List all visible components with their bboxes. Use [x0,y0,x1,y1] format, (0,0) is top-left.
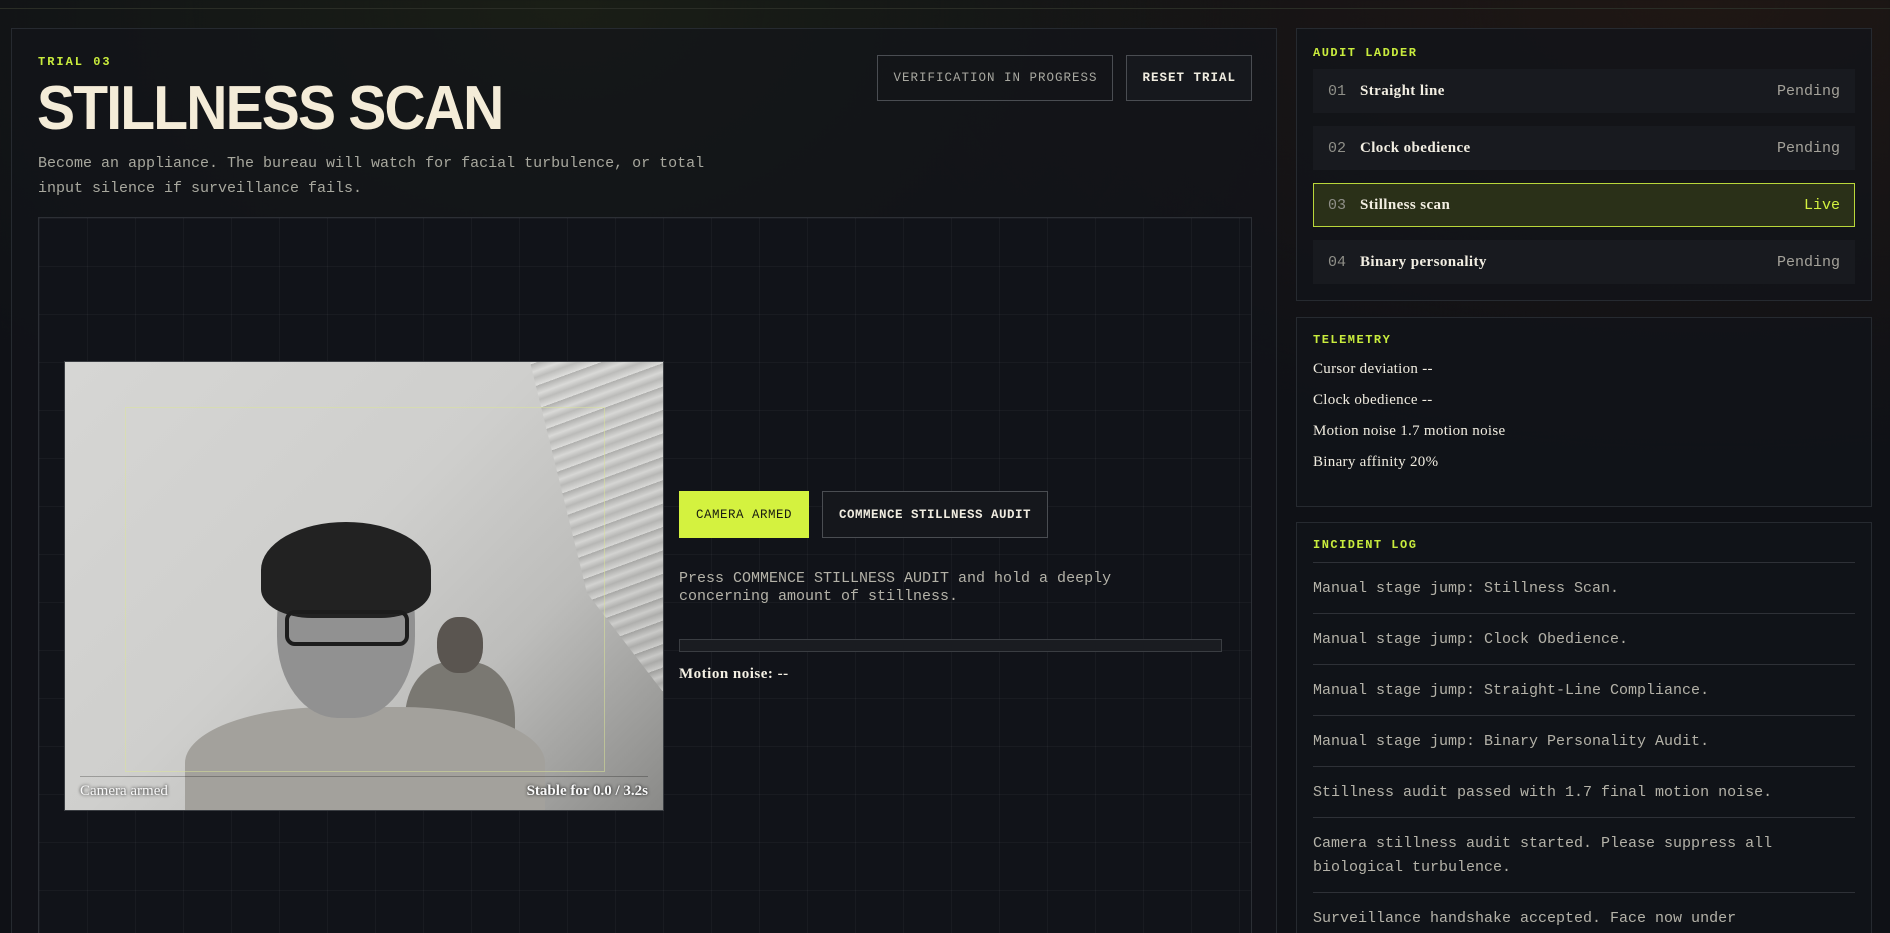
ladder-item-clock-obedience[interactable]: 02 Clock obedience Pending [1313,126,1855,170]
ladder-item-status: Pending [1776,253,1840,271]
ladder-item-straight-line[interactable]: 01 Straight line Pending [1313,69,1855,113]
ladder-item-number: 04 [1328,253,1347,271]
trial-label: TRIAL 03 [38,55,112,69]
stability-timer: Stable for 0.0 / 3.2s [526,783,648,799]
top-divider [0,8,1890,9]
incident-entry: Manual stage jump: Straight-Line Complia… [1313,665,1855,716]
telemetry-panel: TELEMETRY Cursor deviation -- Clock obed… [1296,317,1872,507]
audit-ladder-title: AUDIT LADDER [1313,46,1418,60]
telemetry-title: TELEMETRY [1313,333,1392,347]
telemetry-motion-noise: Motion noise 1.7 motion noise [1313,423,1506,439]
incident-entry: Manual stage jump: Stillness Scan. [1313,563,1855,614]
ladder-item-binary-personality[interactable]: 04 Binary personality Pending [1313,240,1855,284]
telemetry-clock-obedience: Clock obedience -- [1313,392,1433,408]
ladder-item-name: Straight line [1360,82,1445,99]
trial-panel: TRIAL 03 STILLNESS SCAN Become an applia… [11,28,1277,933]
reset-trial-button[interactable]: RESET TRIAL [1126,55,1252,101]
incident-entry: Manual stage jump: Binary Personality Au… [1313,716,1855,767]
camera-status-bar: Camera armed Stable for 0.0 / 3.2s [80,776,648,800]
stage-area: Camera armed Stable for 0.0 / 3.2s CAMER… [38,217,1252,933]
telemetry-binary-affinity: Binary affinity 20% [1313,454,1439,470]
incident-log-title: INCIDENT LOG [1313,538,1418,552]
ladder-item-name: Stillness scan [1360,196,1451,213]
incident-log-panel: INCIDENT LOG Manual stage jump: Stillnes… [1296,522,1872,933]
face-detection-frame [125,407,605,772]
ladder-item-stillness-scan[interactable]: 03 Stillness scan Live [1313,183,1855,227]
ladder-item-status: Pending [1776,139,1840,157]
motion-noise-readout: Motion noise: -- [679,666,789,682]
incident-entry: Manual stage jump: Clock Obedience. [1313,614,1855,665]
incident-entry: Camera stillness audit started. Please s… [1313,818,1855,893]
ladder-item-number: 03 [1328,196,1347,214]
page-title: STILLNESS SCAN [37,74,504,143]
camera-armed-button[interactable]: CAMERA ARMED [679,491,810,538]
camera-status-label: Camera armed [80,783,168,799]
telemetry-cursor-deviation: Cursor deviation -- [1313,361,1433,377]
ladder-item-name: Clock obedience [1360,139,1471,156]
ladder-item-number: 02 [1328,139,1347,157]
audit-ladder-panel: AUDIT LADDER 01 Straight line Pending 02… [1296,28,1872,301]
verification-status-button[interactable]: VERIFICATION IN PROGRESS [877,55,1114,101]
header-actions: VERIFICATION IN PROGRESS RESET TRIAL [877,55,1252,101]
page-subtitle: Become an appliance. The bureau will wat… [38,155,705,197]
incident-log-list[interactable]: Manual stage jump: Stillness Scan. Manua… [1313,562,1855,933]
ladder-item-status: Pending [1776,82,1840,100]
ladder-item-status: Live [1803,196,1840,214]
incident-entry: Stillness audit passed with 1.7 final mo… [1313,767,1855,818]
stillness-progress-bar [679,639,1222,652]
ladder-item-name: Binary personality [1360,253,1487,270]
audit-controls: CAMERA ARMED COMMENCE STILLNESS AUDIT [679,491,1049,538]
commence-audit-button[interactable]: COMMENCE STILLNESS AUDIT [822,491,1049,538]
ladder-item-number: 01 [1328,82,1347,100]
audit-instructions: Press COMMENCE STILLNESS AUDIT and hold … [679,570,1112,605]
incident-entry: Surveillance handshake accepted. Face no… [1313,893,1855,933]
audit-ladder-list: 01 Straight line Pending 02 Clock obedie… [1313,69,1855,284]
camera-feed: Camera armed Stable for 0.0 / 3.2s [64,361,664,811]
